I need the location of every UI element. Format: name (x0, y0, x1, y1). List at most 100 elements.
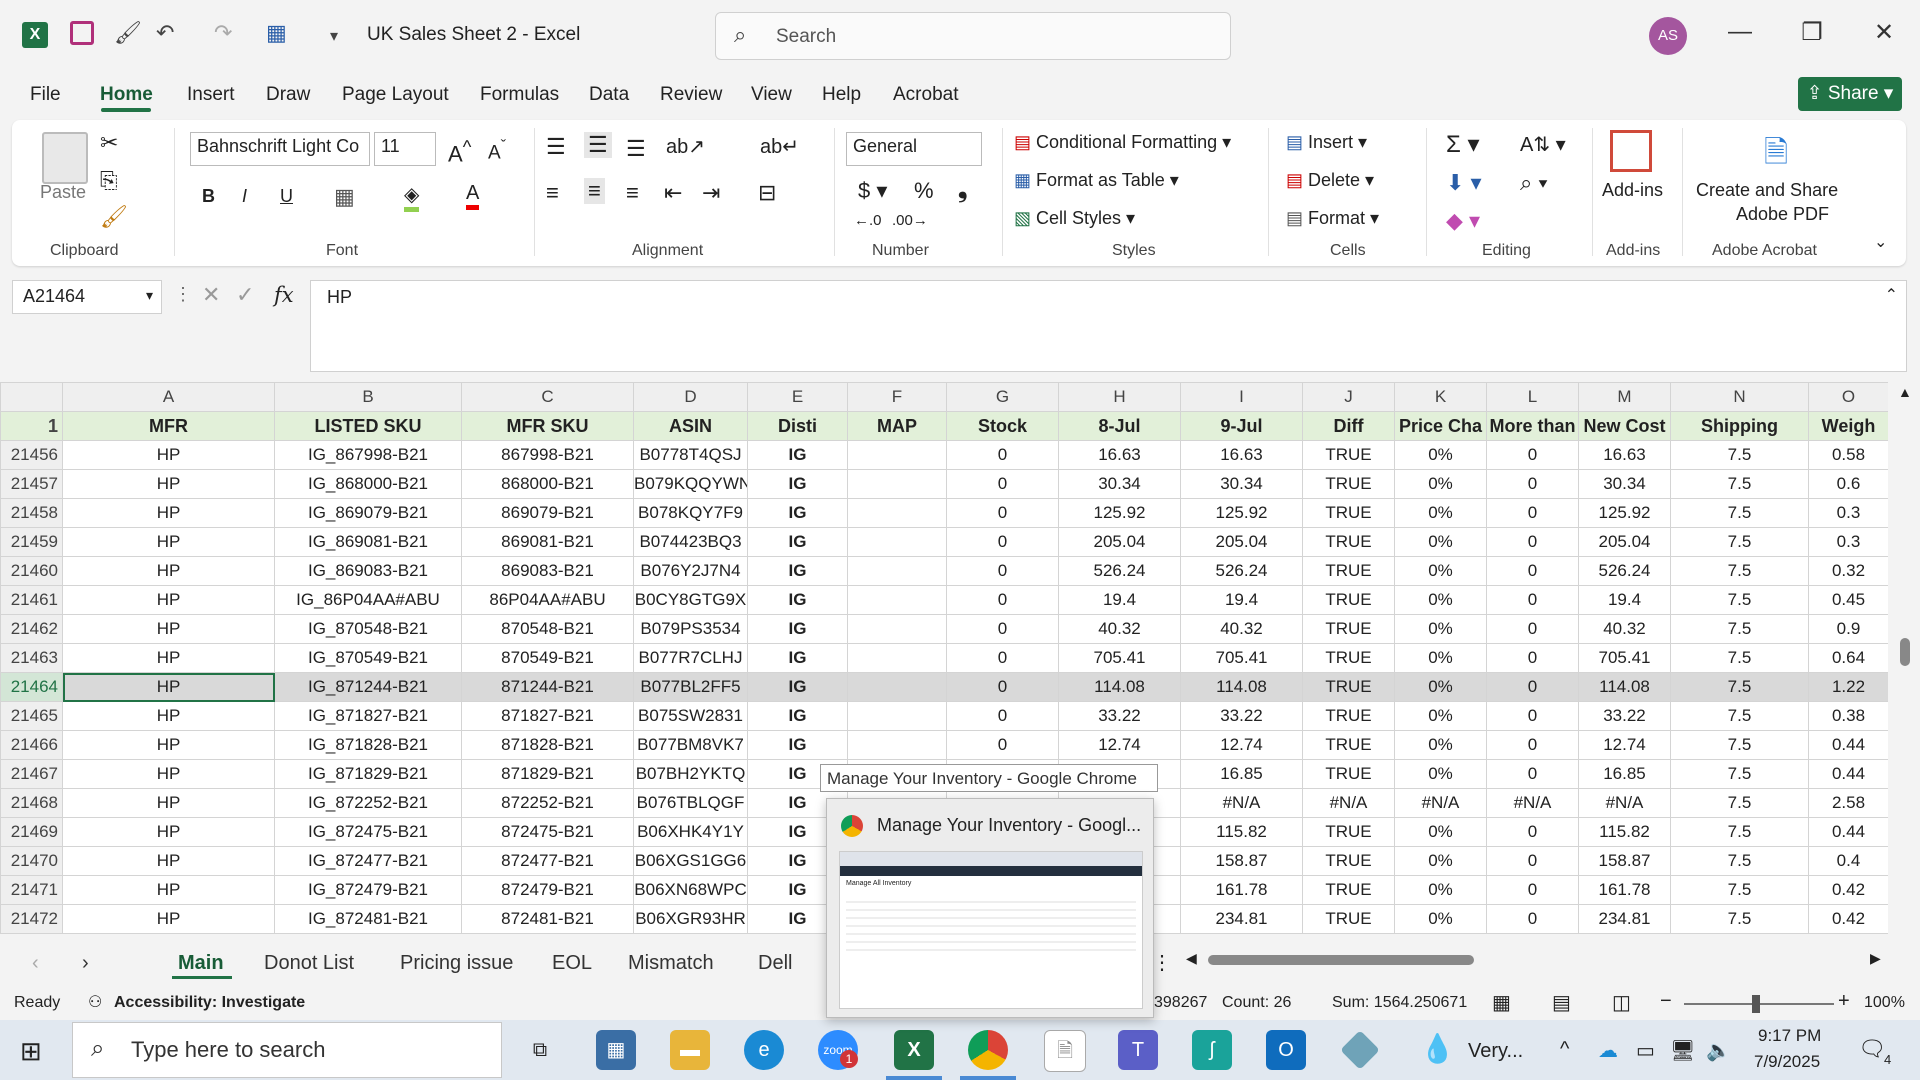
cell-I[interactable]: 526.24 (1180, 556, 1303, 586)
cell-C[interactable]: 867998-B21 (461, 440, 634, 470)
cell-I[interactable]: 33.22 (1180, 701, 1303, 731)
row-number[interactable]: 21463 (0, 643, 63, 673)
cell-O[interactable]: 0.64 (1808, 643, 1888, 673)
cell-I[interactable]: 12.74 (1180, 730, 1303, 760)
cell-J[interactable]: #N/A (1302, 788, 1395, 818)
cancel-entry-icon[interactable]: ✕ (202, 282, 220, 308)
tabs-prev-icon[interactable]: ‹ (32, 952, 39, 975)
row-number[interactable]: 21461 (0, 585, 63, 615)
cell-F[interactable] (847, 643, 947, 673)
calculator-icon[interactable]: ▦ (596, 1030, 636, 1070)
cell-N[interactable]: 7.5 (1670, 846, 1809, 876)
insert-cells-button[interactable]: ▤ Insert ▾ (1286, 132, 1367, 153)
autosum-icon[interactable]: Σ ▾ (1446, 130, 1480, 159)
cell-O[interactable]: 0.3 (1808, 527, 1888, 557)
menu-data[interactable]: Data (589, 84, 629, 106)
cell-A[interactable]: HP (62, 817, 275, 847)
cell-K[interactable]: 0% (1394, 875, 1487, 905)
col-header-E[interactable]: E (747, 382, 848, 412)
tab-pricing-issue[interactable]: Pricing issue (400, 952, 513, 975)
cell-L[interactable]: 0 (1486, 556, 1579, 586)
cell-M[interactable]: 16.85 (1578, 759, 1671, 789)
cell-L[interactable]: 0 (1486, 817, 1579, 847)
cell-A[interactable]: HP (62, 614, 275, 644)
zoom-in-icon[interactable]: + (1838, 990, 1850, 1013)
cell-O[interactable]: 2.58 (1808, 788, 1888, 818)
cell-E[interactable]: IG (747, 527, 848, 557)
col-header-H[interactable]: H (1058, 382, 1181, 412)
cell-J[interactable]: TRUE (1302, 759, 1395, 789)
accessibility-status[interactable]: Accessibility: Investigate (114, 994, 305, 1012)
customize-qat-icon[interactable]: ▾ (330, 26, 338, 46)
name-box[interactable]: A21464 ▾ (12, 280, 162, 314)
cell-K[interactable]: 0% (1394, 846, 1487, 876)
cell-N[interactable]: 7.5 (1670, 730, 1809, 760)
cell-L[interactable]: 0 (1486, 672, 1579, 702)
currency-icon[interactable]: $ ▾ (858, 178, 887, 204)
cell-H[interactable]: 125.92 (1058, 498, 1181, 528)
cell-E[interactable]: IG (747, 730, 848, 760)
cell-D[interactable]: B06XGR93HR (633, 904, 748, 934)
cell-A[interactable]: HP (62, 672, 275, 702)
cell-D[interactable]: B076TBLQGF (633, 788, 748, 818)
underline-icon[interactable]: U (280, 186, 293, 207)
cell-B[interactable]: IG_872475-B21 (274, 817, 462, 847)
decrease-indent-icon[interactable]: ⇤ (664, 180, 682, 206)
cell-D[interactable]: B079KQQYWN (633, 469, 748, 499)
row-number[interactable]: 21464 (0, 672, 63, 702)
cell-N[interactable]: 7.5 (1670, 759, 1809, 789)
cell-K[interactable]: 0% (1394, 701, 1487, 731)
cell-C[interactable]: 872475-B21 (461, 817, 634, 847)
cell-M[interactable]: 114.08 (1578, 672, 1671, 702)
vertical-scroll-thumb[interactable] (1900, 638, 1910, 666)
cell-N[interactable]: Shipping (1670, 411, 1809, 441)
cell-B[interactable]: IG_869083-B21 (274, 556, 462, 586)
scroll-left-icon[interactable]: ◀ (1186, 950, 1197, 967)
confirm-entry-icon[interactable]: ✓ (236, 282, 254, 308)
cell-C[interactable]: MFR SKU (461, 411, 634, 441)
cell-B[interactable]: IG_868000-B21 (274, 469, 462, 499)
page-layout-view-icon[interactable]: ▤ (1552, 990, 1571, 1015)
cell-C[interactable]: 871828-B21 (461, 730, 634, 760)
cell-N[interactable]: 7.5 (1670, 701, 1809, 731)
cell-M[interactable]: #N/A (1578, 788, 1671, 818)
wrap-text-icon[interactable]: ab↵ (760, 134, 799, 159)
cell-B[interactable]: IG_867998-B21 (274, 440, 462, 470)
cell-N[interactable]: 7.5 (1670, 788, 1809, 818)
notepad-icon[interactable]: 🗎 (1044, 1030, 1086, 1072)
cell-C[interactable]: 872479-B21 (461, 875, 634, 905)
number-format-select[interactable]: General (846, 132, 982, 166)
weather-icon[interactable]: 💧 (1420, 1032, 1455, 1065)
menu-view[interactable]: View (751, 84, 792, 106)
row-number[interactable]: 21469 (0, 817, 63, 847)
align-bottom-icon[interactable]: ☰ (626, 136, 646, 162)
teams-icon[interactable]: T (1118, 1030, 1158, 1070)
cell-E[interactable]: IG (747, 614, 848, 644)
cell-B[interactable]: IG_870549-B21 (274, 643, 462, 673)
cell-E[interactable]: IG (747, 701, 848, 731)
col-header-N[interactable]: N (1670, 382, 1809, 412)
cell-F[interactable] (847, 614, 947, 644)
cell-D[interactable]: B077BM8VK7 (633, 730, 748, 760)
align-middle-icon[interactable]: ☰ (584, 132, 612, 158)
cell-G[interactable]: 0 (946, 643, 1059, 673)
clock-time[interactable]: 9:17 PM (1758, 1026, 1821, 1046)
cell-M[interactable]: 16.63 (1578, 440, 1671, 470)
comma-icon[interactable]: ❟ (958, 176, 967, 204)
cell-I[interactable]: 19.4 (1180, 585, 1303, 615)
tabs-next-icon[interactable]: › (82, 952, 89, 975)
cell-F[interactable] (847, 585, 947, 615)
cell-A[interactable]: HP (62, 643, 275, 673)
cell-B[interactable]: IG_871244-B21 (274, 672, 462, 702)
cell-D[interactable]: B06XGS1GG6 (633, 846, 748, 876)
cell-O[interactable]: 0.42 (1808, 904, 1888, 934)
cell-D[interactable]: B077BL2FF5 (633, 672, 748, 702)
cell-K[interactable]: 0% (1394, 498, 1487, 528)
menu-insert[interactable]: Insert (187, 84, 235, 106)
font-family-select[interactable]: Bahnschrift Light Co (190, 132, 370, 166)
cell-C[interactable]: 872477-B21 (461, 846, 634, 876)
row-number[interactable]: 21459 (0, 527, 63, 557)
cell-J[interactable]: TRUE (1302, 730, 1395, 760)
cell-G[interactable]: 0 (946, 440, 1059, 470)
fill-icon[interactable]: ⬇ ▾ (1446, 170, 1482, 196)
